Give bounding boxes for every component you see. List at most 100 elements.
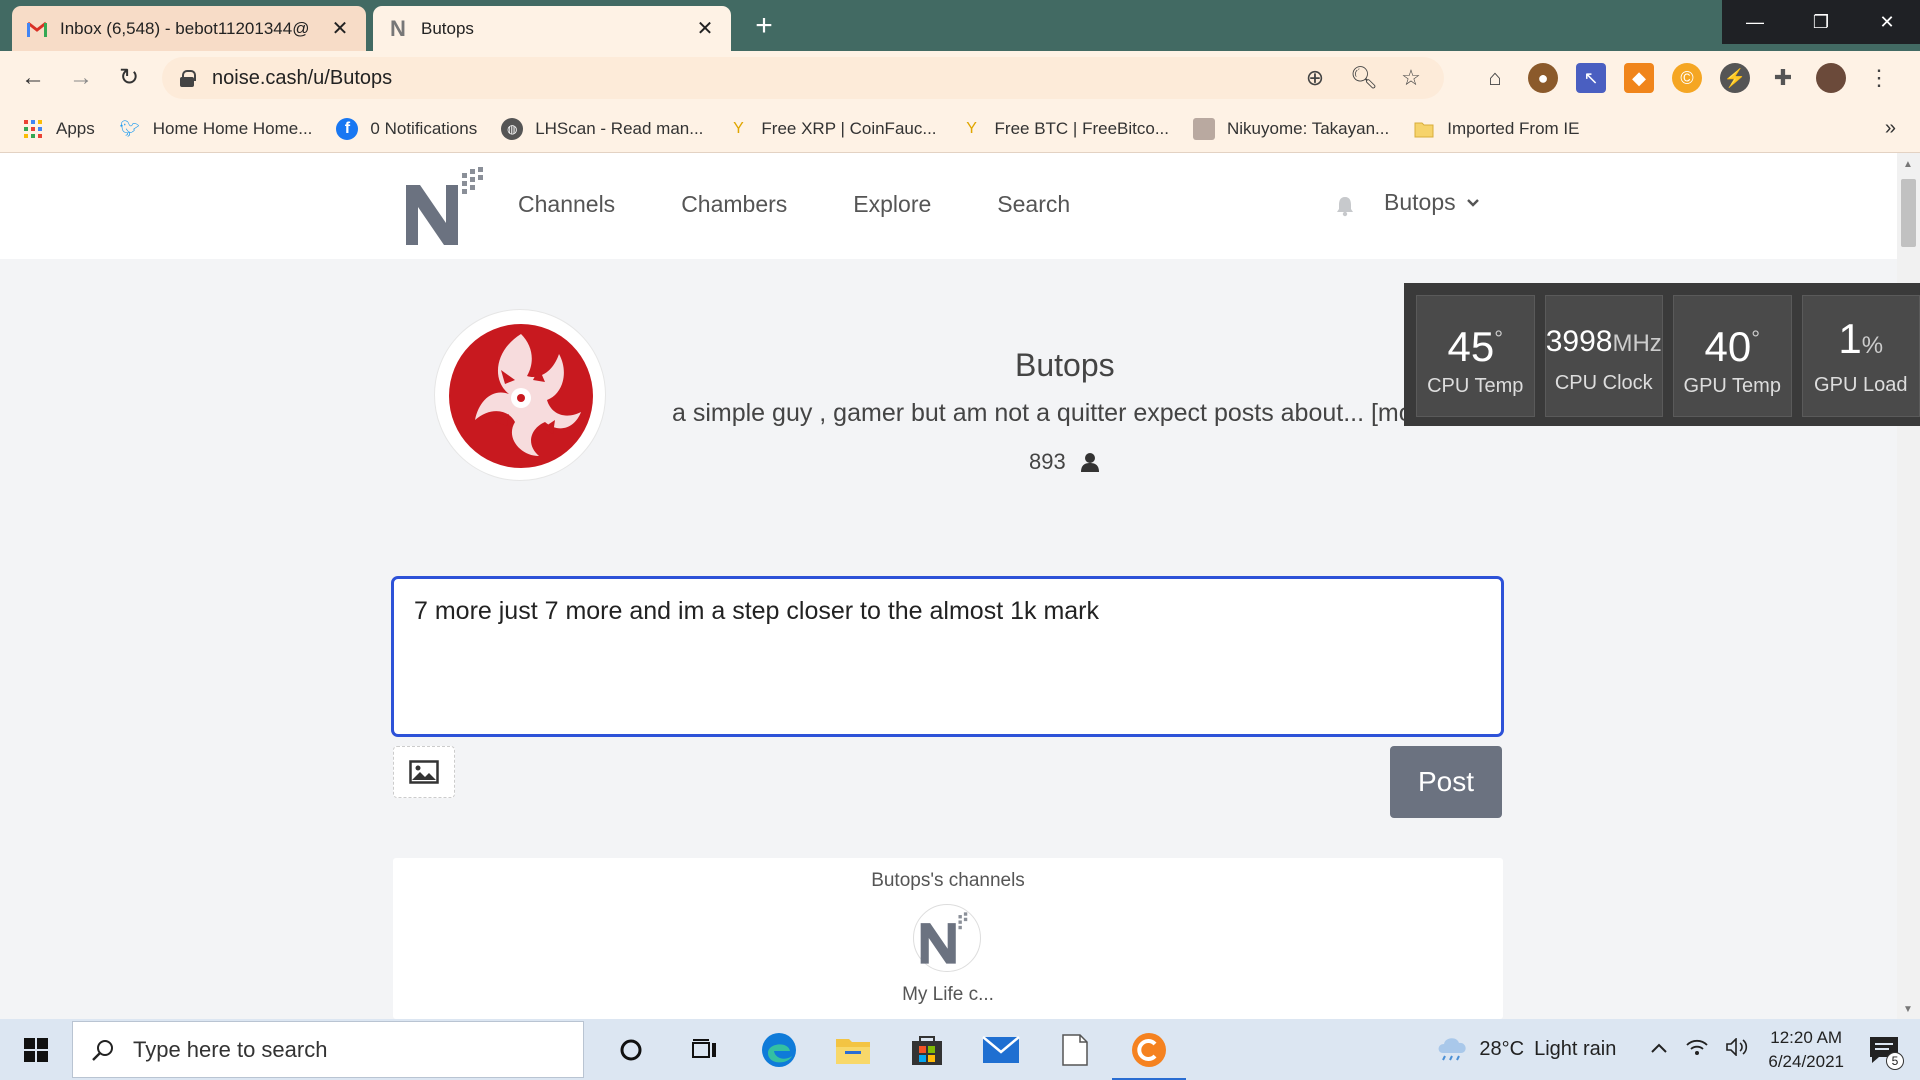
cursor-extension-icon[interactable]: ↖ (1576, 63, 1606, 93)
new-tab-button[interactable]: + (748, 8, 780, 44)
chrome-browser-icon[interactable] (1112, 1027, 1186, 1080)
globe-icon: ◍ (501, 117, 524, 140)
bookmark-twitter[interactable]: 🐦︎ Home Home Home... (119, 118, 313, 140)
restore-button[interactable]: ❐ (1788, 0, 1854, 44)
bookmark-nikuyome[interactable]: Nikuyome: Takayan... (1193, 117, 1389, 140)
nav-search[interactable]: Search (997, 191, 1070, 218)
system-clock[interactable]: 12:20 AM 6/24/2021 (1768, 1026, 1844, 1074)
home-icon[interactable]: ⌂ (1480, 63, 1510, 93)
notepad-icon[interactable] (1052, 1027, 1098, 1073)
back-button[interactable]: ← (18, 63, 48, 93)
scrollbar-thumb[interactable] (1901, 179, 1916, 247)
chevron-double-right-icon[interactable]: » (1885, 117, 1896, 140)
nav-chambers[interactable]: Chambers (681, 191, 787, 218)
scroll-down-icon[interactable]: ▼ (1903, 1004, 1913, 1015)
address-bar[interactable]: noise.cash/u/Butops ⊕ 🔍︎ ☆ (162, 57, 1444, 99)
close-icon[interactable]: ✕ (693, 16, 717, 41)
close-icon[interactable]: ✕ (328, 16, 352, 41)
notification-center-button[interactable]: 5 (1866, 1032, 1904, 1070)
cpu-temp-widget: 45° CPU Temp (1416, 295, 1535, 417)
taskbar-apps (608, 1027, 1186, 1080)
forward-button[interactable]: → (66, 63, 96, 93)
noise-logo-icon[interactable] (404, 167, 486, 247)
reload-button[interactable]: ↻ (114, 63, 144, 93)
notification-count-badge: 5 (1886, 1051, 1904, 1070)
wifi-icon[interactable] (1686, 1038, 1709, 1061)
avatar[interactable] (434, 309, 606, 481)
bookmark-label: Home Home Home... (152, 118, 313, 138)
gpu-load-value: 1 (1838, 315, 1862, 362)
cpu-temp-label: CPU Temp (1427, 374, 1524, 397)
channel-label[interactable]: My Life c... (393, 984, 1503, 1006)
bell-icon[interactable] (1334, 195, 1356, 217)
cortana-icon[interactable] (608, 1027, 654, 1073)
bookmarks-bar: Apps 🐦︎ Home Home Home... f 0 Notificati… (0, 105, 1920, 153)
store-icon[interactable] (904, 1027, 950, 1073)
star-icon[interactable]: ☆ (1398, 65, 1424, 91)
tab-butops[interactable]: N Butops ✕ (373, 6, 731, 51)
url-text[interactable]: noise.cash/u/Butops (212, 67, 1302, 90)
cpu-clock-value: 3998 (1545, 324, 1613, 358)
follower-count-value: 893 (1029, 449, 1066, 474)
bookmark-apps[interactable]: Apps (22, 118, 95, 140)
zoom-icon[interactable]: 🔍︎ (1350, 65, 1378, 91)
lightning-extension-icon[interactable]: ⚡ (1720, 63, 1750, 93)
coin-extension-icon[interactable]: © (1672, 63, 1702, 93)
faucet-icon: Y (733, 119, 744, 137)
metamask-icon[interactable]: ◆ (1624, 63, 1654, 93)
gpu-load-unit: % (1861, 332, 1884, 359)
avatar[interactable] (1816, 63, 1846, 93)
post-button[interactable]: Post (1390, 746, 1502, 818)
channel-avatar[interactable] (913, 904, 981, 972)
kebab-menu-icon[interactable]: ⋮ (1864, 63, 1894, 93)
mail-icon[interactable] (978, 1027, 1024, 1073)
apps-grid-icon (22, 118, 44, 140)
windows-logo-icon (24, 1037, 48, 1062)
gpu-temp-value: 40 (1704, 322, 1752, 370)
install-icon[interactable]: ⊕ (1302, 65, 1328, 91)
taskbar-search-input[interactable]: Type here to search (72, 1021, 584, 1078)
bookmark-imported-folder[interactable]: Imported From IE (1413, 118, 1579, 140)
scroll-up-icon[interactable]: ▲ (1903, 159, 1913, 170)
bookmark-facebook[interactable]: f 0 Notifications (336, 117, 477, 140)
weather-widget[interactable]: 28°C Light rain (1435, 1033, 1616, 1067)
chevron-down-icon (1466, 198, 1479, 207)
post-composer-input[interactable]: 7 more just 7 more and im a step closer … (391, 576, 1504, 737)
edge-browser-icon[interactable] (756, 1027, 802, 1073)
task-view-icon[interactable] (682, 1027, 728, 1073)
window-controls: — ❐ ✕ (1722, 0, 1920, 44)
weather-desc: Light rain (1534, 1038, 1617, 1060)
speaker-icon[interactable] (1726, 1037, 1748, 1061)
chevron-up-icon[interactable] (1650, 1038, 1668, 1061)
lock-icon[interactable] (180, 70, 196, 87)
nav-explore[interactable]: Explore (853, 191, 931, 218)
user-menu-label: Butops (1384, 189, 1456, 215)
nav-channels[interactable]: Channels (518, 191, 615, 218)
gpu-load-label: GPU Load (1814, 374, 1908, 396)
rain-cloud-icon (1435, 1033, 1469, 1067)
follower-count[interactable]: 893 (1029, 449, 1100, 475)
windows-taskbar: Type here to search 28°C Light rain 12:2… (0, 1019, 1920, 1080)
puzzle-icon[interactable]: ✚ (1768, 63, 1798, 93)
user-menu[interactable]: Butops (1384, 189, 1480, 216)
tab-title: Butops (421, 18, 474, 38)
cpu-clock-unit: MHz (1612, 329, 1662, 357)
bookmark-coinfaucet[interactable]: Y Free XRP | CoinFauc... (727, 118, 936, 140)
tab-title: Inbox (6,548) - bebot11201344@ (60, 18, 310, 38)
manga-icon (1193, 117, 1215, 140)
bookmark-freebitco[interactable]: Y Free BTC | FreeBitco... (961, 118, 1169, 140)
profile-bio[interactable]: a simple guy , gamer but am not a quitte… (672, 399, 1442, 428)
start-button[interactable] (0, 1019, 72, 1080)
channels-card: Butops's channels My Life c... (393, 858, 1503, 1019)
close-window-button[interactable]: ✕ (1854, 0, 1920, 44)
file-explorer-icon[interactable] (830, 1027, 876, 1073)
taskbar-search-placeholder: Type here to search (133, 1036, 328, 1062)
cookie-extension-icon[interactable]: ● (1528, 63, 1558, 93)
browser-tabstrip: Inbox (6,548) - bebot11201344@ ✕ N Butop… (0, 0, 1920, 51)
tab-inbox[interactable]: Inbox (6,548) - bebot11201344@ ✕ (12, 6, 366, 51)
site-nav-links: Channels Chambers Explore Search (518, 191, 1070, 218)
cpu-temp-unit: ° (1494, 325, 1504, 351)
minimize-button[interactable]: — (1722, 0, 1788, 44)
attach-image-button[interactable] (393, 746, 455, 798)
bookmark-lhscan[interactable]: ◍ LHScan - Read man... (501, 117, 703, 140)
